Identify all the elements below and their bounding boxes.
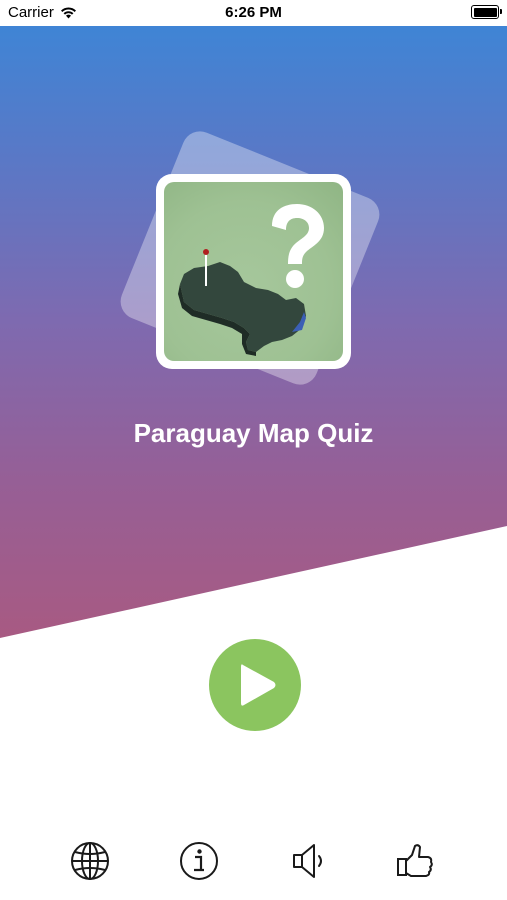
clock: 6:26 PM <box>225 4 282 21</box>
play-button[interactable] <box>209 639 301 731</box>
battery-icon <box>471 5 502 19</box>
battery-fill <box>473 7 497 17</box>
speaker-icon <box>293 844 322 878</box>
status-right <box>471 5 502 19</box>
status-bar: Carrier 6:26 PM <box>0 0 507 26</box>
logo-map-tile <box>164 182 343 361</box>
globe-button[interactable] <box>64 835 116 887</box>
play-icon <box>241 664 276 706</box>
globe-icon <box>71 842 109 880</box>
like-button[interactable] <box>389 835 441 887</box>
question-mark-icon <box>272 204 324 288</box>
bottom-toolbar <box>0 835 507 887</box>
app-logo <box>156 174 351 369</box>
info-icon <box>180 842 218 880</box>
app-title: Paraguay Map Quiz <box>133 418 374 448</box>
thumbs-up-icon <box>397 844 433 877</box>
sound-button[interactable] <box>284 835 336 887</box>
info-button[interactable] <box>173 835 225 887</box>
